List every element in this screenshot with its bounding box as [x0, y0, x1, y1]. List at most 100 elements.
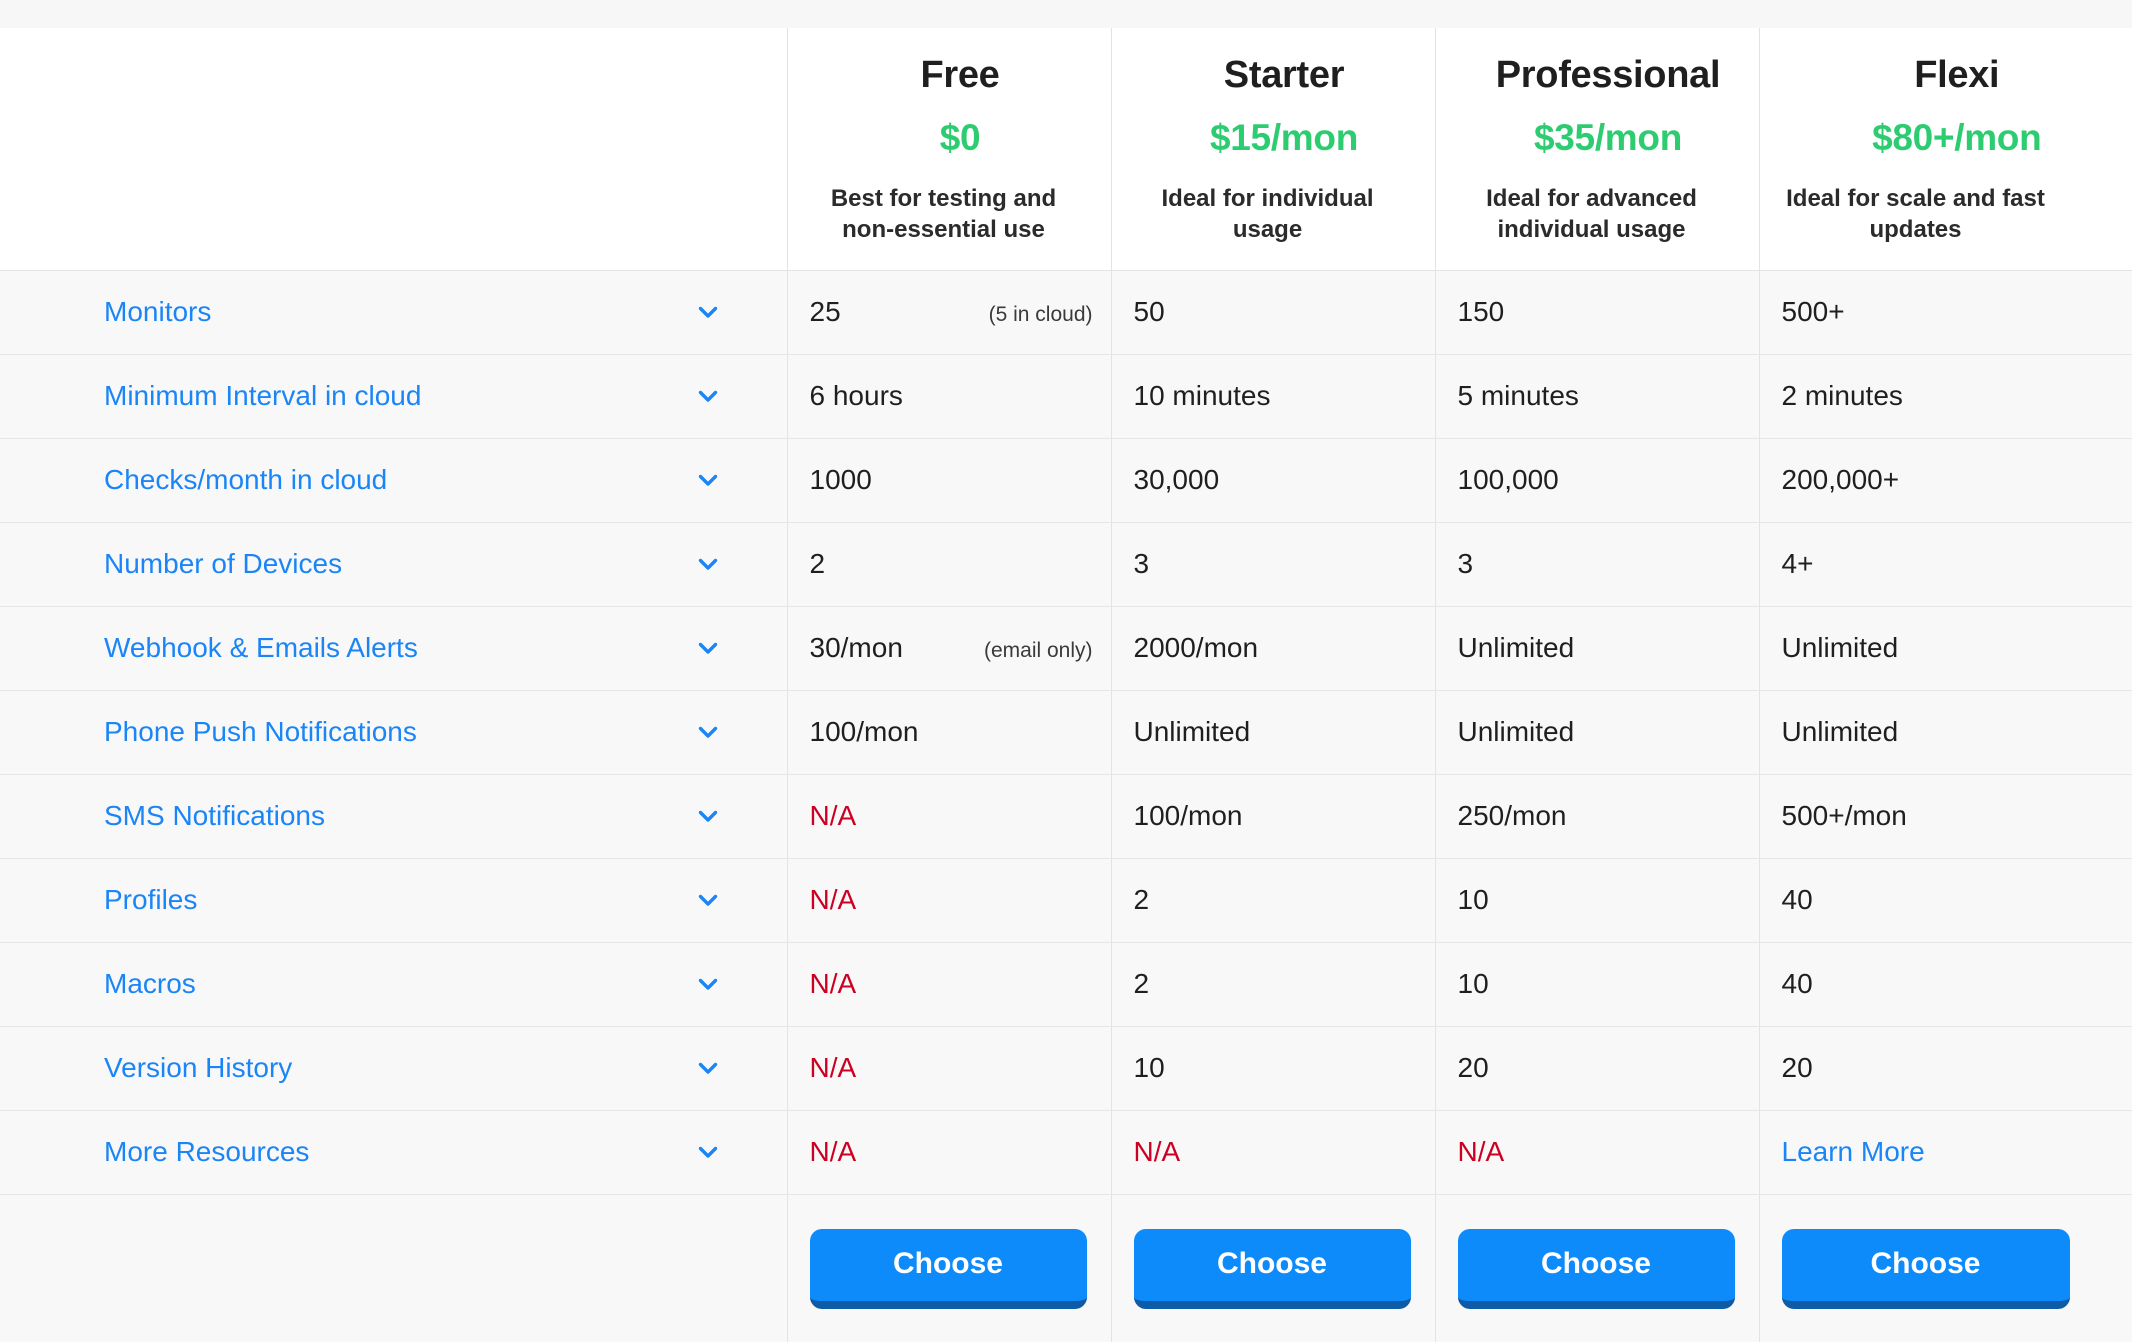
feature-value-cell: 3	[1111, 522, 1435, 606]
chevron-down-icon[interactable]	[695, 467, 721, 493]
feature-value: N/A	[810, 1054, 857, 1082]
choose-button-professional[interactable]: Choose	[1458, 1229, 1735, 1309]
table-row: Minimum Interval in cloud 6 hours 10 minut…	[0, 354, 2132, 438]
feature-value-cell: 20	[1435, 1026, 1759, 1110]
chevron-down-icon[interactable]	[695, 803, 721, 829]
feature-value: 25	[810, 298, 841, 326]
feature-value: 2000/mon	[1134, 634, 1259, 662]
feature-value-cell: 100,000	[1435, 438, 1759, 522]
pricing-comparison-table: Free $0 Best for testing and non-essenti…	[0, 28, 2132, 1342]
plan-name: Flexi	[1782, 56, 2132, 96]
feature-value-cell: 6 hours	[787, 354, 1111, 438]
feature-row-header: Macros	[0, 942, 787, 1026]
feature-label-link[interactable]: More Resources	[104, 1138, 309, 1166]
feature-label-link[interactable]: Number of Devices	[104, 550, 342, 578]
choose-button-starter[interactable]: Choose	[1134, 1229, 1411, 1309]
table-row: SMS Notifications N/A 100/mon250/mon 500+/m…	[0, 774, 2132, 858]
chevron-down-icon[interactable]	[695, 719, 721, 745]
feature-row-header: Checks/month in cloud	[0, 438, 787, 522]
feature-value: 2	[1134, 886, 1150, 914]
feature-value-cell: 4+	[1759, 522, 2132, 606]
feature-value-cell: 10	[1435, 942, 1759, 1026]
feature-label-link[interactable]: Minimum Interval in cloud	[104, 382, 421, 410]
choose-button-free[interactable]: Choose	[810, 1229, 1087, 1309]
feature-value-cell: 2	[1111, 858, 1435, 942]
feature-value: Unlimited	[1782, 634, 1899, 662]
feature-value: 150	[1458, 298, 1505, 326]
plan-description: Ideal for individual usage	[1134, 183, 1402, 246]
choose-button-flexi[interactable]: Choose	[1782, 1229, 2070, 1309]
plan-price: $15/mon	[1134, 118, 1435, 159]
feature-value: 30,000	[1134, 466, 1220, 494]
feature-value-cell: N/A	[1435, 1110, 1759, 1194]
feature-value: 2	[810, 550, 826, 578]
feature-value-cell: Unlimited	[1759, 690, 2132, 774]
chevron-down-icon[interactable]	[695, 1055, 721, 1081]
feature-value-cell: 3	[1435, 522, 1759, 606]
feature-value: 10 minutes	[1134, 382, 1271, 410]
chevron-down-icon[interactable]	[695, 299, 721, 325]
feature-value-cell: 100/mon	[1111, 774, 1435, 858]
plan-description: Ideal for scale and fast updates	[1782, 183, 2050, 246]
plan-price: $35/mon	[1458, 118, 1759, 159]
feature-value: 500+	[1782, 298, 1845, 326]
feature-value-cell: 10 minutes	[1111, 354, 1435, 438]
feature-value-cell: 200,000+	[1759, 438, 2132, 522]
feature-value-cell: N/A	[787, 942, 1111, 1026]
feature-value: N/A	[1458, 1138, 1505, 1166]
feature-label-link[interactable]: Version History	[104, 1054, 292, 1082]
feature-value: 10	[1134, 1054, 1165, 1082]
chevron-down-icon[interactable]	[695, 383, 721, 409]
chevron-down-icon[interactable]	[695, 551, 721, 577]
feature-value-cell: 30/mon(email only)	[787, 606, 1111, 690]
feature-label-link[interactable]: Profiles	[104, 886, 197, 914]
chevron-down-icon[interactable]	[695, 635, 721, 661]
feature-value: 20	[1782, 1054, 1813, 1082]
feature-value-cell: 50	[1111, 270, 1435, 354]
feature-value: 100,000	[1458, 466, 1559, 494]
plan-header-starter: Starter $15/mon Ideal for individual usa…	[1111, 28, 1435, 270]
feature-row-header: Profiles	[0, 858, 787, 942]
feature-label-link[interactable]: Monitors	[104, 298, 211, 326]
feature-value-cell: 500+/mon	[1759, 774, 2132, 858]
feature-value: 5 minutes	[1458, 382, 1579, 410]
feature-value-cell: 40	[1759, 858, 2132, 942]
feature-value-cell: 500+	[1759, 270, 2132, 354]
plan-header-professional: Professional $35/mon Ideal for advanced …	[1435, 28, 1759, 270]
feature-label-link[interactable]: Macros	[104, 970, 196, 998]
cta-cell-free: Choose	[787, 1194, 1111, 1342]
feature-value: 6 hours	[810, 382, 903, 410]
chevron-down-icon[interactable]	[695, 887, 721, 913]
chevron-down-icon[interactable]	[695, 1139, 721, 1165]
chevron-down-icon[interactable]	[695, 971, 721, 997]
top-strip	[0, 0, 2132, 28]
feature-label-link[interactable]: Phone Push Notifications	[104, 718, 417, 746]
plan-name: Free	[810, 56, 1111, 96]
feature-value: Unlimited	[1458, 634, 1575, 662]
feature-value-cell: Unlimited	[1111, 690, 1435, 774]
feature-value-cell: 2	[787, 522, 1111, 606]
feature-value-cell: 250/mon	[1435, 774, 1759, 858]
cta-row: Choose Choose Choose Choose	[0, 1194, 2132, 1342]
feature-rows: Monitors25(5 in cloud)50150500+Minimum I…	[0, 270, 2132, 1194]
feature-value-cell: 40	[1759, 942, 2132, 1026]
feature-value: 500+/mon	[1782, 802, 1907, 830]
feature-value: N/A	[810, 802, 857, 830]
feature-value: 2	[1134, 970, 1150, 998]
cta-cell-professional: Choose	[1435, 1194, 1759, 1342]
feature-value: 20	[1458, 1054, 1489, 1082]
plan-name: Professional	[1458, 56, 1759, 96]
cta-spacer-cell	[0, 1194, 787, 1342]
feature-value: Unlimited	[1782, 718, 1899, 746]
feature-label-link[interactable]: Checks/month in cloud	[104, 466, 387, 494]
feature-label-link[interactable]: Webhook & Emails Alerts	[104, 634, 418, 662]
plan-header-free: Free $0 Best for testing and non-essenti…	[787, 28, 1111, 270]
feature-value: 30/mon	[810, 634, 903, 662]
feature-value-cell: N/A	[1111, 1110, 1435, 1194]
feature-value[interactable]: Learn More	[1782, 1138, 1925, 1166]
feature-label-link[interactable]: SMS Notifications	[104, 802, 325, 830]
feature-value: Unlimited	[1458, 718, 1575, 746]
table-row: Monitors25(5 in cloud)50150500+	[0, 270, 2132, 354]
feature-row-header: Number of Devices	[0, 522, 787, 606]
feature-value-cell: N/A	[787, 1110, 1111, 1194]
